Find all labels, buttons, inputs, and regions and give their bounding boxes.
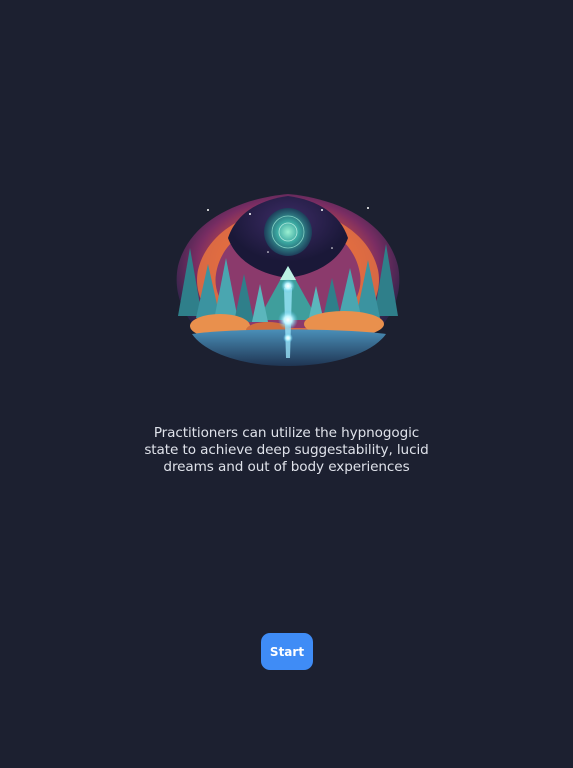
description-text: Practitioners can utilize the hypnogogic… [144,424,429,475]
hero-illustration [172,188,404,374]
start-button[interactable]: Start [261,633,313,670]
onboarding-screen: Practitioners can utilize the hypnogogic… [0,0,573,768]
